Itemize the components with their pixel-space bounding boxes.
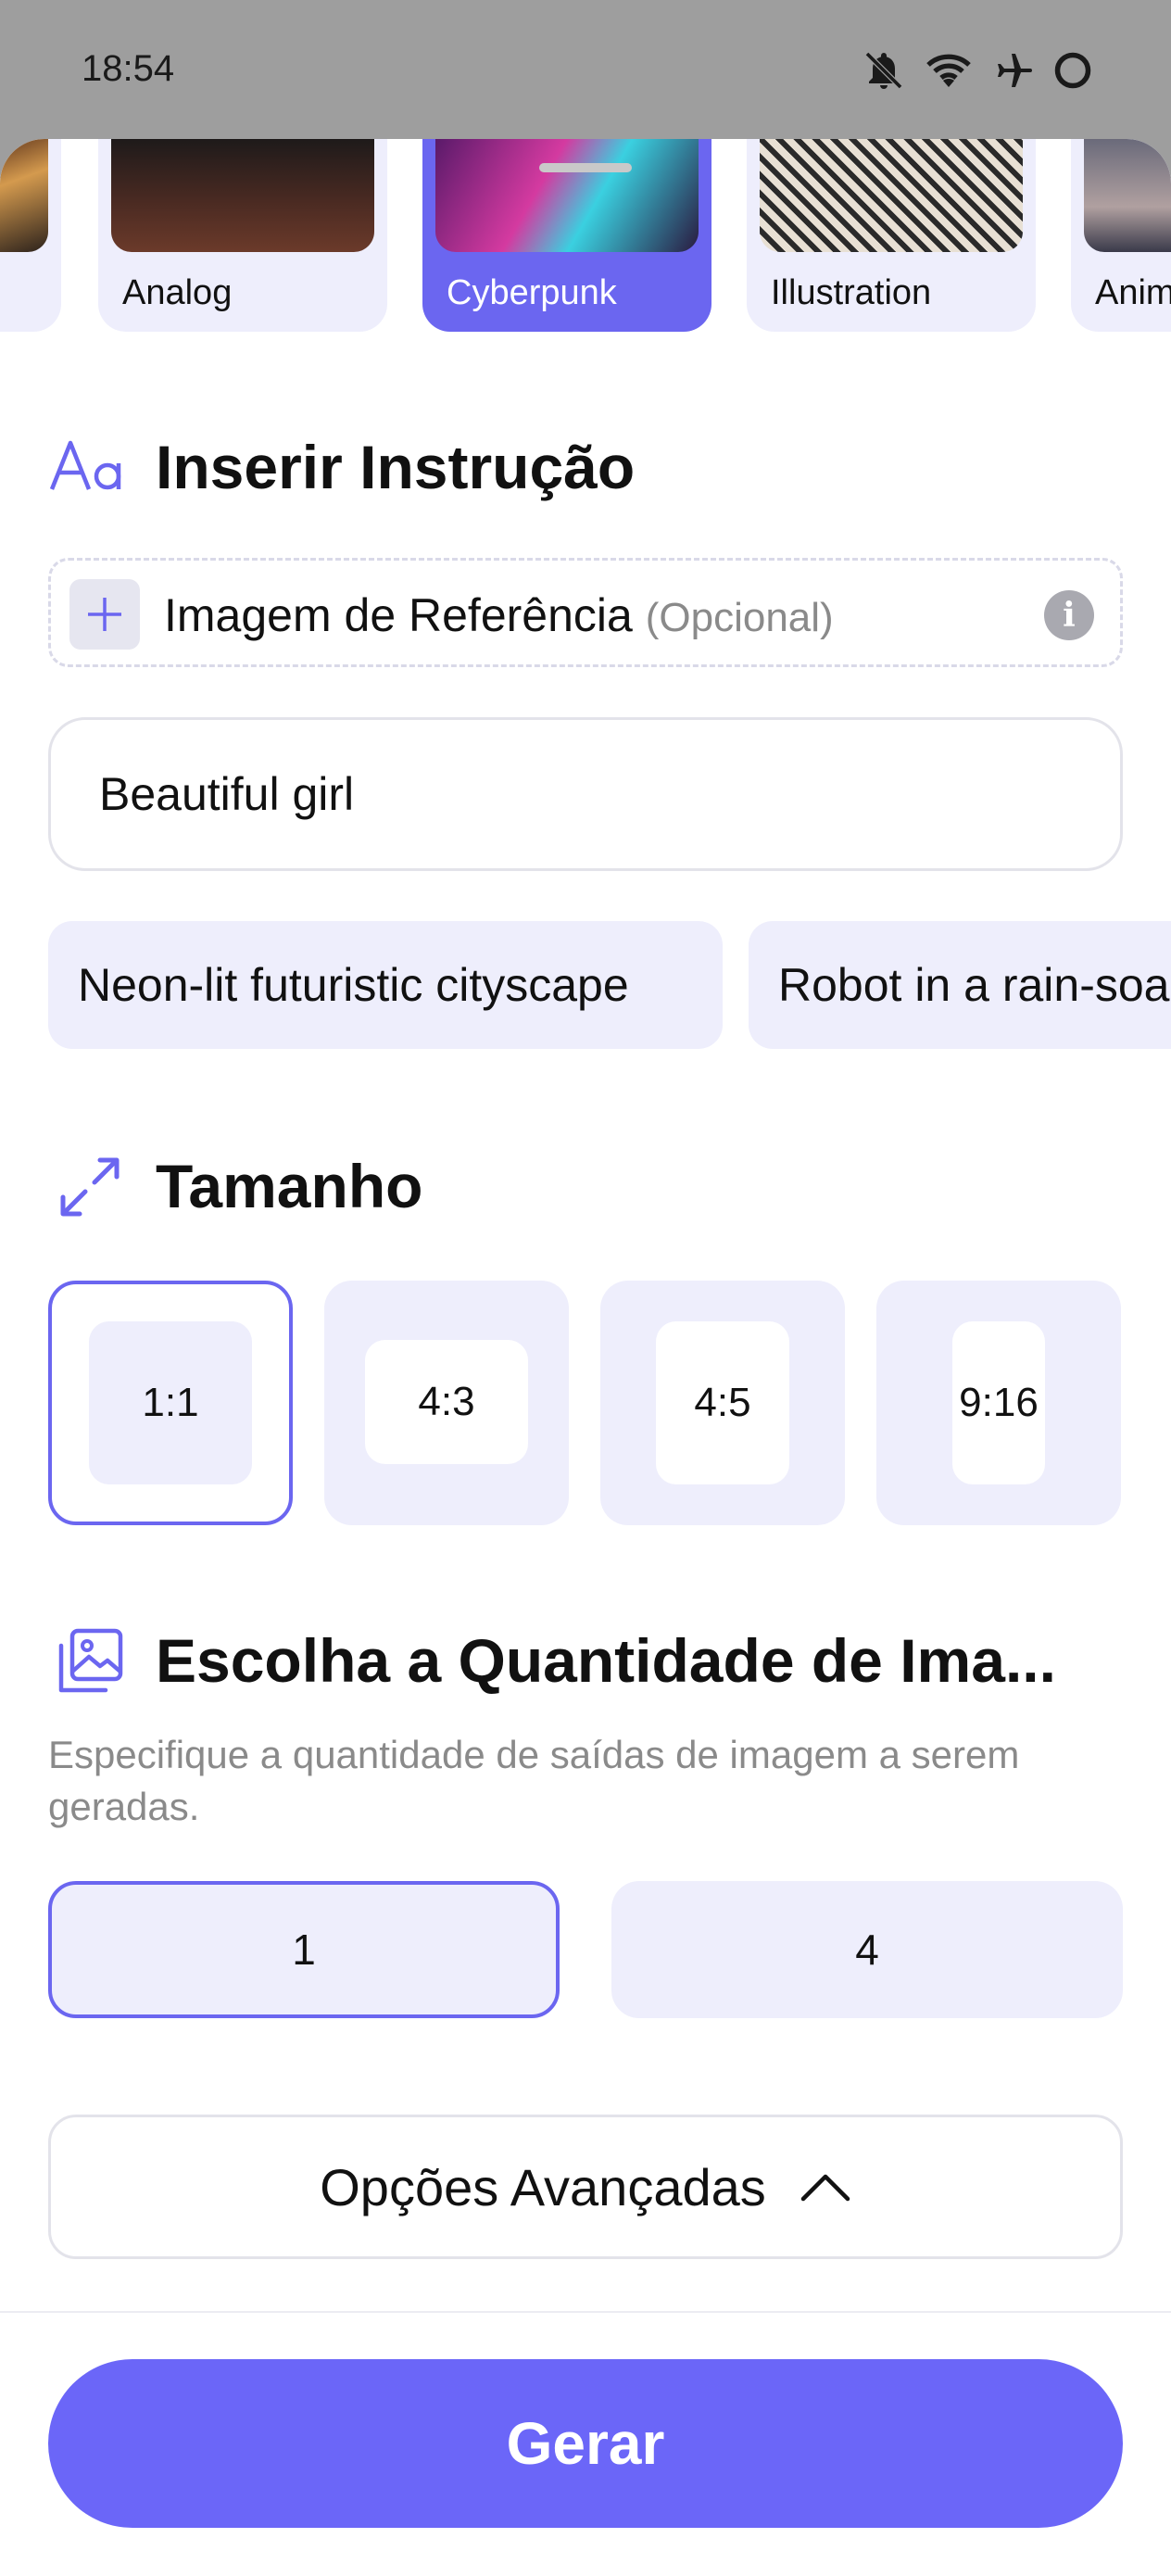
image-stack-icon (58, 1628, 123, 1693)
style-card-analog[interactable]: Analog (98, 139, 387, 332)
style-card-anime[interactable]: Anim (1071, 139, 1171, 332)
style-label: Analog (122, 273, 233, 312)
airplane-icon (998, 54, 1032, 87)
style-thumbnail (111, 139, 374, 252)
quantity-option-1[interactable]: 1 (48, 1881, 560, 2018)
status-time: 18:54 (82, 48, 175, 89)
status-icons (862, 44, 1093, 96)
drag-handle[interactable] (539, 163, 632, 172)
info-icon[interactable]: i (1044, 590, 1094, 640)
divider (0, 2311, 1171, 2313)
suggestion-chip-label: Neon-lit futuristic cityscape (78, 959, 629, 1011)
quantity-section-title: Escolha a Quantidade de Ima... (156, 1626, 1056, 1695)
chevron-up-icon (800, 2174, 850, 2202)
suggestion-chip-label: Robot in a rain-soa (778, 959, 1170, 1011)
size-section-title: Tamanho (156, 1152, 423, 1220)
bell-off-icon (864, 51, 903, 90)
size-option-label: 4:3 (365, 1340, 528, 1464)
style-thumbnail (760, 139, 1023, 252)
style-card-partial-left[interactable] (0, 139, 61, 332)
size-option-4-3[interactable]: 4:3 (324, 1281, 569, 1525)
quantity-option-4[interactable]: 4 (611, 1881, 1123, 2018)
size-option-1-1[interactable]: 1:1 (48, 1281, 293, 1525)
size-option-4-5[interactable]: 4:5 (600, 1281, 845, 1525)
status-bar: 18:54 (0, 0, 1171, 139)
expand-arrows-icon (60, 1157, 120, 1217)
add-reference-button[interactable] (69, 579, 140, 650)
style-thumbnail (435, 139, 699, 252)
style-label: Cyberpunk (447, 273, 617, 312)
size-option-label: 9:16 (952, 1321, 1045, 1484)
size-option-label: 1:1 (89, 1321, 252, 1484)
generator-sheet: Analog Cyberpunk Illustration Anim Inser… (0, 139, 1171, 2576)
style-label: Illustration (771, 273, 932, 312)
reference-optional-label: (Opcional) (645, 595, 834, 640)
size-option-label: 4:5 (656, 1321, 789, 1484)
text-format-icon (49, 440, 121, 490)
quantity-option-label: 1 (292, 1926, 316, 1974)
advanced-options-button[interactable]: Opções Avançadas (48, 2115, 1123, 2259)
style-thumbnail (0, 139, 48, 252)
suggestion-chip[interactable]: Robot in a rain-soa (749, 921, 1171, 1049)
wifi-icon (926, 54, 971, 87)
quantity-description: Especifique a quantidade de saídas de im… (48, 1733, 1020, 1828)
reference-image-title: Imagem de Referência (164, 589, 633, 641)
advanced-options-label: Opções Avançadas (320, 2157, 766, 2216)
prompt-input[interactable] (48, 717, 1123, 871)
style-label: Anim (1095, 273, 1171, 312)
style-card-illustration[interactable]: Illustration (747, 139, 1036, 332)
reference-image-picker[interactable]: Imagem de Referência (Opcional) i (48, 558, 1123, 667)
reference-image-label: Imagem de Referência (Opcional) (164, 588, 834, 642)
plus-icon (88, 598, 121, 631)
style-thumbnail (1084, 139, 1171, 252)
prompt-section-title: Inserir Instrução (156, 433, 636, 501)
quantity-option-label: 4 (855, 1926, 879, 1974)
size-option-9-16[interactable]: 9:16 (876, 1281, 1121, 1525)
suggestion-chip[interactable]: Neon-lit futuristic cityscape (48, 921, 723, 1049)
generate-button-label: Gerar (506, 2410, 665, 2477)
loading-ring-icon (1054, 52, 1091, 89)
generate-button[interactable]: Gerar (48, 2359, 1123, 2528)
